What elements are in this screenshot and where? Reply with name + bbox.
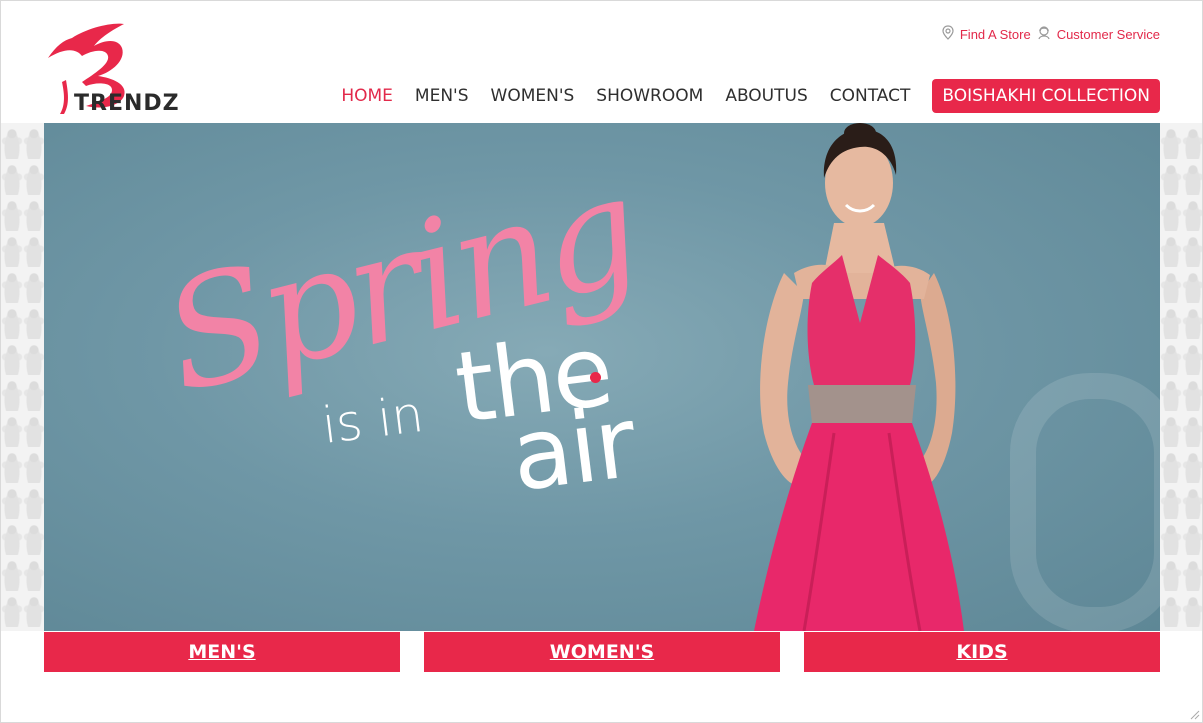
brand-name: TRENDZ bbox=[74, 91, 180, 116]
nav-item-womens[interactable]: WOMEN'S bbox=[491, 86, 575, 106]
hero-banner[interactable]: Spring is in the air bbox=[44, 123, 1160, 631]
location-pin-icon bbox=[942, 25, 954, 43]
nav-item-home[interactable]: HOME bbox=[341, 86, 393, 106]
main-nav: HOME MEN'S WOMEN'S SHOWROOM ABOUTUS CONT… bbox=[319, 79, 1160, 113]
customer-service-link[interactable]: Customer Service bbox=[1037, 25, 1160, 43]
nav-item-mens[interactable]: MEN'S bbox=[415, 86, 469, 106]
nav-item-showroom[interactable]: SHOWROOM bbox=[596, 86, 703, 106]
category-bar: MEN'S WOMEN'S KIDS bbox=[44, 632, 1160, 672]
utility-links: Find A Store Customer Service bbox=[942, 25, 1160, 43]
hero-line-air: air bbox=[505, 386, 641, 514]
category-kids-button[interactable]: KIDS bbox=[804, 632, 1160, 672]
category-mens-button[interactable]: MEN'S bbox=[44, 632, 400, 672]
boishakhi-collection-button[interactable]: BOISHAKHI COLLECTION bbox=[932, 79, 1160, 113]
accent-dot bbox=[590, 372, 601, 383]
category-womens-button[interactable]: WOMEN'S bbox=[424, 632, 780, 672]
resize-handle-icon[interactable] bbox=[1190, 710, 1200, 720]
find-store-link[interactable]: Find A Store bbox=[942, 25, 1031, 43]
nav-item-aboutus[interactable]: ABOUTUS bbox=[725, 86, 807, 106]
nav-item-contact[interactable]: CONTACT bbox=[830, 86, 911, 106]
find-store-label: Find A Store bbox=[959, 26, 1031, 42]
customer-service-icon bbox=[1037, 25, 1051, 43]
ghost-logo-watermark bbox=[1010, 373, 1160, 631]
hero-line-is-in: is in bbox=[318, 385, 427, 455]
damask-pattern-left bbox=[1, 123, 45, 631]
customer-service-label: Customer Service bbox=[1056, 26, 1160, 42]
model-image bbox=[754, 123, 964, 631]
damask-pattern-right bbox=[1160, 123, 1202, 631]
